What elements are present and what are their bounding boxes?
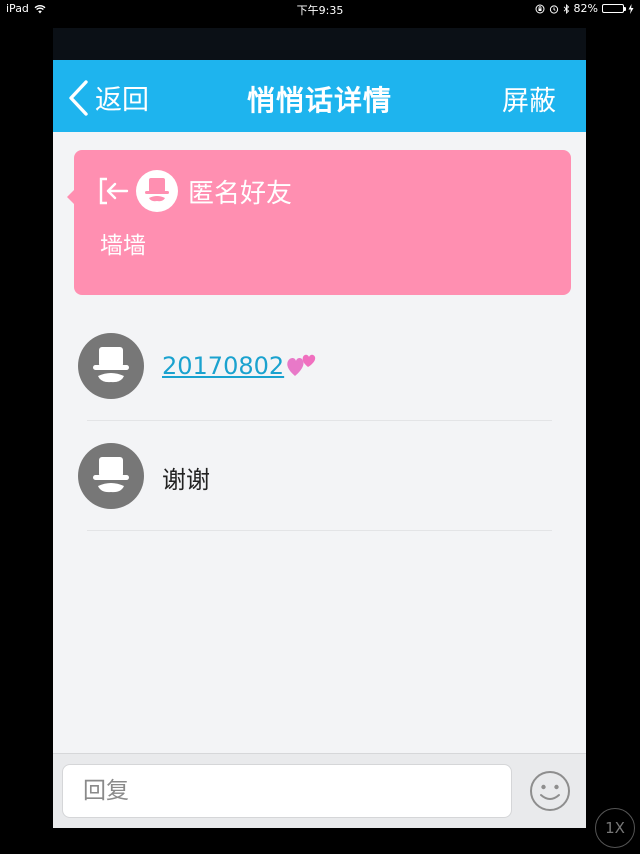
reply-link[interactable]: 20170802 xyxy=(162,352,284,380)
phone-status-bar xyxy=(53,28,586,60)
anonymous-avatar xyxy=(136,170,178,212)
whisper-card: 匿名好友 墙墙 xyxy=(67,150,571,295)
reply-item: 20170802 xyxy=(53,328,586,438)
rotation-lock-icon xyxy=(535,4,545,13)
anonymous-hat-icon xyxy=(93,457,129,493)
anonymous-avatar[interactable] xyxy=(78,443,144,509)
block-button[interactable]: 屏蔽 xyxy=(502,79,556,118)
smiley-icon[interactable] xyxy=(529,770,571,812)
ipad-status-bar: iPad 下午9:35 82% xyxy=(0,0,640,18)
charging-bolt-icon xyxy=(628,3,634,14)
divider xyxy=(87,420,552,421)
divider xyxy=(87,530,552,531)
exit-arrow-icon[interactable] xyxy=(98,176,130,206)
status-right: 82% xyxy=(535,2,634,15)
anonymous-avatar[interactable] xyxy=(78,333,144,399)
sender-name: 匿名好友 xyxy=(188,178,293,209)
scale-1x-button[interactable]: 1X xyxy=(595,808,635,848)
anonymous-hat-icon xyxy=(93,347,129,383)
nav-bar: 返回 悄悄话详情 屏蔽 xyxy=(53,60,586,132)
anonymous-hat-icon xyxy=(145,178,169,202)
reply-text: 谢谢 xyxy=(162,466,210,494)
reply-item: 谢谢 xyxy=(53,438,586,548)
sender-row: 匿名好友 xyxy=(98,170,292,212)
battery-icon xyxy=(602,4,626,13)
reply-input-bar xyxy=(53,753,586,828)
reply-list: 20170802 谢谢 xyxy=(53,328,586,548)
two-hearts-icon xyxy=(287,354,316,376)
reply-text: 20170802 xyxy=(162,350,318,380)
phone-screen: 返回 悄悄话详情 屏蔽 匿名好友 墙墙 20170802 谢谢 回复 xyxy=(53,28,586,828)
alarm-icon xyxy=(549,4,558,14)
reply-input[interactable] xyxy=(62,764,512,818)
whisper-message: 墙墙 xyxy=(100,233,146,259)
battery-percent: 82% xyxy=(573,2,598,15)
bluetooth-icon xyxy=(563,3,569,14)
